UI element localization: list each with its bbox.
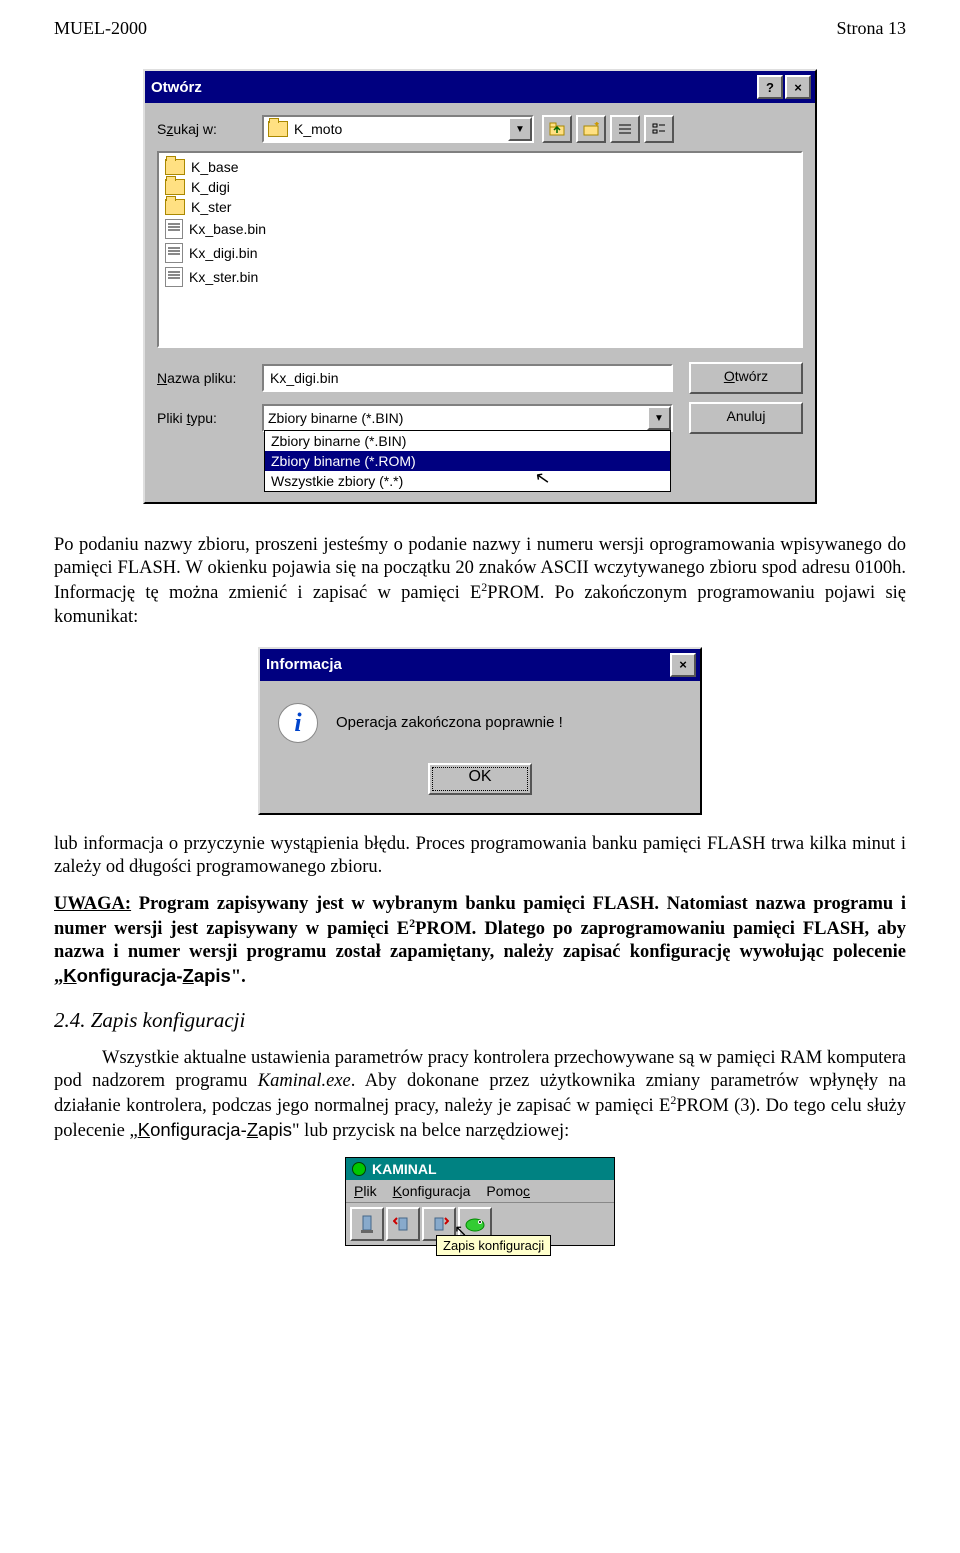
new-folder-icon[interactable]: ✦	[576, 115, 606, 143]
menu-help[interactable]: Pomoc	[486, 1183, 530, 1199]
toolbar-window: KAMINAL Plik Konfiguracja Pomoc ↖ Zapis …	[345, 1157, 615, 1246]
up-folder-icon[interactable]	[542, 115, 572, 143]
details-view-icon[interactable]	[644, 115, 674, 143]
chevron-down-icon[interactable]: ▼	[647, 406, 671, 430]
close-button[interactable]: ×	[785, 75, 811, 99]
chevron-down-icon[interactable]: ▼	[508, 117, 532, 141]
open-file-dialog: Otwórz ? × Szukaj w: K_moto ▼	[143, 69, 817, 504]
filetype-dropdown: Zbiory binarne (*.BIN) Zbiory binarne (*…	[264, 430, 671, 492]
file-icon	[165, 219, 183, 239]
filetype-combo[interactable]: Zbiory binarne (*.BIN) ▼ Zbiory binarne …	[262, 404, 673, 432]
info-dialog: Informacja × i Operacja zakończona popra…	[258, 647, 702, 815]
filename-input[interactable]: Kx_digi.bin	[262, 364, 673, 392]
folder-icon	[165, 159, 185, 175]
tool-button-load[interactable]	[386, 1207, 420, 1241]
paragraph: Po podaniu nazwy zbioru, proszeni jesteś…	[54, 534, 906, 629]
dropdown-option[interactable]: Wszystkie zbiory (*.*)	[265, 471, 670, 491]
list-item[interactable]: K_digi	[163, 177, 797, 197]
open-button[interactable]: Otwórz	[689, 362, 803, 394]
app-icon	[352, 1162, 366, 1176]
msg-text: Operacja zakończona poprawnie !	[336, 714, 563, 731]
list-item[interactable]: K_ster	[163, 197, 797, 217]
file-icon	[165, 243, 183, 263]
list-item[interactable]: Kx_base.bin	[163, 217, 797, 241]
doc-id: MUEL-2000	[54, 18, 147, 39]
warning-paragraph: UWAGA: Program zapisywany jest w wybrany…	[54, 893, 906, 990]
filename-label: Nazwa pliku:	[157, 370, 262, 386]
file-list[interactable]: K_base K_digi K_ster Kx_base.bin Kx_digi…	[157, 151, 803, 348]
ok-button[interactable]: OK	[428, 763, 532, 795]
tooltip: Zapis konfiguracji	[436, 1235, 551, 1256]
lookin-value: K_moto	[294, 121, 342, 137]
lookin-label: Szukaj w:	[157, 121, 262, 137]
dropdown-option[interactable]: Zbiory binarne (*.BIN)	[265, 431, 670, 451]
list-item[interactable]: Kx_digi.bin	[163, 241, 797, 265]
list-view-icon[interactable]	[610, 115, 640, 143]
tool-button-1[interactable]	[350, 1207, 384, 1241]
list-item[interactable]: K_base	[163, 157, 797, 177]
msg-title: Informacja	[264, 656, 668, 673]
svg-text:✦: ✦	[593, 122, 599, 129]
paragraph: lub informacja o przyczynie wystąpienia …	[54, 833, 906, 879]
dropdown-option[interactable]: Zbiory binarne (*.ROM)	[265, 451, 670, 471]
close-button[interactable]: ×	[670, 653, 696, 677]
page-number: Strona 13	[837, 18, 907, 39]
app-title: KAMINAL	[372, 1161, 437, 1177]
help-button[interactable]: ?	[757, 75, 783, 99]
lookin-combo[interactable]: K_moto ▼	[262, 115, 534, 143]
folder-icon	[268, 121, 288, 137]
menu-file[interactable]: Plik	[354, 1183, 377, 1199]
file-icon	[165, 267, 183, 287]
cancel-button[interactable]: Anuluj	[689, 402, 803, 434]
menu-config[interactable]: Konfiguracja	[393, 1183, 471, 1199]
list-item[interactable]: Kx_ster.bin	[163, 265, 797, 289]
folder-icon	[165, 179, 185, 195]
dialog-title: Otwórz	[149, 79, 755, 96]
folder-icon	[165, 199, 185, 215]
paragraph: Wszystkie aktualne ustawienia parametrów…	[54, 1047, 906, 1144]
section-heading: 2.4. Zapis konfiguracji	[54, 1008, 906, 1033]
cursor-icon: ↖	[533, 467, 552, 490]
info-icon: i	[278, 703, 318, 743]
filetype-label: Pliki typu:	[157, 410, 262, 426]
